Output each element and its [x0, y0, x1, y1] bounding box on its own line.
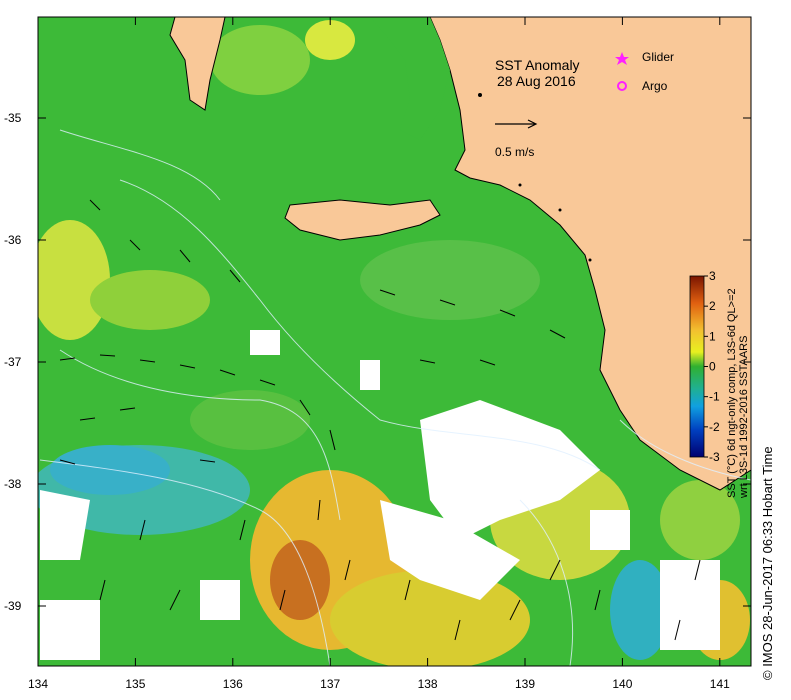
x-tick-label: 136: [223, 677, 243, 691]
colorbar-tick-label: -1: [709, 390, 720, 404]
x-tick-label: 140: [612, 677, 632, 691]
x-tick-label: 134: [28, 677, 48, 691]
map-date: 28 Aug 2016: [497, 73, 576, 89]
colorbar-tick-label: 0: [709, 360, 716, 374]
colorbar-title: SST (°C) 6d ngt-only comp, L3S-6d QL>=2 …: [726, 288, 750, 498]
colorbar-title-line1: SST (°C) 6d ngt-only comp, L3S-6d QL>=2: [726, 288, 738, 498]
y-tick-label: -37: [4, 355, 22, 369]
y-tick-label: -39: [4, 599, 22, 613]
colorbar-gradient: [689, 275, 705, 458]
x-tick-label: 139: [515, 677, 535, 691]
x-tick-label: 137: [320, 677, 340, 691]
scale-label: 0.5 m/s: [495, 145, 534, 159]
y-tick-label: -38: [4, 477, 22, 491]
map-title: SST Anomaly: [495, 57, 580, 73]
colorbar-tick-label: -3: [709, 450, 720, 464]
colorbar-tick-label: 2: [709, 299, 716, 313]
y-tick-label: -35: [4, 111, 22, 125]
argo-label: Argo: [642, 79, 668, 93]
x-tick-label: 141: [710, 677, 730, 691]
x-tick-label: 135: [125, 677, 145, 691]
sst-anomaly-map: SST Anomaly 28 Aug 2016 Glider Argo 0.5 …: [4, 16, 752, 691]
colorbar-title-line2: wrt L3S-1d 1992-2016 SSTAARS: [738, 335, 750, 498]
colorbar-tick-label: 1: [709, 329, 716, 343]
credit-text: © IMOS 28-Jun-2017 06:33 Hobart Time: [760, 446, 775, 680]
colorbar-tick-label: 3: [709, 269, 716, 283]
glider-label: Glider: [642, 50, 674, 64]
colorbar-tick-label: -2: [709, 420, 720, 434]
x-tick-label: 138: [418, 677, 438, 691]
y-tick-label: -36: [4, 233, 22, 247]
plot-area: SST Anomaly 28 Aug 2016 Glider Argo 0.5 …: [38, 17, 751, 666]
